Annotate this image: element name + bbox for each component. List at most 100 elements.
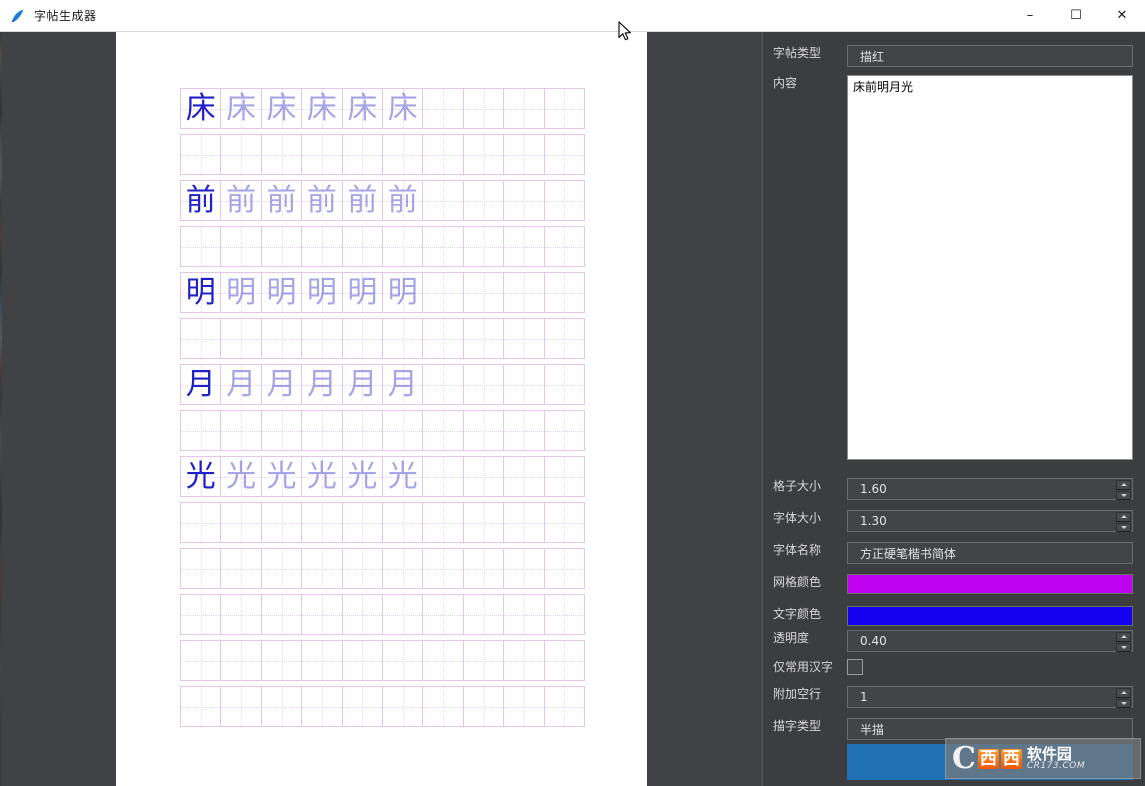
- copybook-model-char: 明: [185, 274, 216, 310]
- copybook-type-label: 字帖类型: [773, 46, 822, 60]
- chevron-down-icon[interactable]: [1116, 522, 1131, 532]
- copybook-cell: [423, 411, 464, 450]
- copybook-row: [180, 318, 586, 359]
- copybook-trace-char: 光: [387, 458, 418, 494]
- copybook-trace-char: 床: [266, 90, 297, 126]
- copybook-type-select[interactable]: 描红: [847, 45, 1133, 67]
- maximize-button[interactable]: ☐: [1053, 0, 1099, 31]
- copybook-cell: [504, 181, 545, 220]
- copybook-model-char: 前: [185, 182, 216, 218]
- extra-blank-rows-stepper[interactable]: [1116, 688, 1131, 708]
- setting-font-name: 字体名称 方正硬笔楷书简体: [763, 542, 1133, 564]
- copybook-cell: [544, 181, 586, 220]
- copybook-cell: [423, 181, 464, 220]
- font-size-stepper[interactable]: [1116, 512, 1131, 532]
- opacity-stepper[interactable]: [1116, 632, 1131, 652]
- copybook-cell: [261, 503, 303, 542]
- chevron-up-icon[interactable]: [1116, 632, 1131, 642]
- copybook-cell: [302, 411, 343, 450]
- desktop-edge-strip: [0, 0, 2, 786]
- copybook-cell: [383, 503, 424, 542]
- copybook-cell: [383, 687, 424, 726]
- copybook-trace-char: 明: [387, 274, 418, 310]
- copybook-cell: [302, 319, 343, 358]
- copybook-grid: 床床床床床床前前前前前前明明明明明明月月月月月月光光光光光光: [180, 88, 586, 732]
- extra-blank-rows-label: 附加空行: [773, 687, 822, 701]
- copybook-row: [180, 640, 586, 681]
- copybook-trace-char: 床: [347, 90, 378, 126]
- copybook-cell: 明: [302, 273, 343, 312]
- copybook-cell: [463, 273, 505, 312]
- chevron-down-icon[interactable]: [1116, 698, 1131, 708]
- copybook-trace-char: 床: [306, 90, 337, 126]
- text-color-swatch[interactable]: [847, 606, 1133, 626]
- copybook-trace-char: 月: [347, 366, 378, 402]
- copybook-row: [180, 686, 586, 727]
- copybook-cell: [504, 365, 545, 404]
- watermark-site-name: 软件园: [1026, 744, 1072, 763]
- copybook-trace-char: 月: [226, 366, 257, 402]
- copybook-trace-char: 前: [306, 182, 337, 218]
- cell-size-stepper[interactable]: [1116, 480, 1131, 500]
- copybook-cell: [504, 595, 545, 634]
- chevron-down-icon[interactable]: [1116, 490, 1131, 500]
- copybook-cell: [181, 503, 222, 542]
- copybook-cell: [423, 641, 464, 680]
- copybook-trace-char: 明: [306, 274, 337, 310]
- copybook-cell: [463, 457, 505, 496]
- extra-blank-rows-value: 1: [860, 690, 868, 704]
- copybook-cell: [423, 319, 464, 358]
- copybook-cell: [544, 319, 586, 358]
- setting-extra-blank-rows: 附加空行 1: [763, 686, 1133, 708]
- copybook-cell: [383, 595, 424, 634]
- extra-blank-rows-input[interactable]: 1: [847, 686, 1133, 708]
- cell-size-input[interactable]: 1.60: [847, 478, 1133, 500]
- copybook-cell: [544, 365, 586, 404]
- copybook-cell: [302, 549, 343, 588]
- copybook-model-char: 光: [185, 458, 216, 494]
- copybook-cell: 月: [342, 365, 384, 404]
- copybook-cell: [463, 641, 505, 680]
- setting-opacity: 透明度 0.40: [763, 630, 1133, 652]
- copybook-cell: [383, 641, 424, 680]
- chevron-down-icon[interactable]: [1116, 642, 1131, 652]
- copybook-trace-char: 光: [226, 458, 257, 494]
- setting-content: 内容 床前明月光: [763, 75, 1133, 460]
- chevron-up-icon[interactable]: [1116, 480, 1131, 490]
- opacity-input[interactable]: 0.40: [847, 630, 1133, 652]
- grid-color-swatch[interactable]: [847, 574, 1133, 594]
- copybook-cell: [463, 503, 505, 542]
- common-chars-only-checkbox[interactable]: [847, 659, 863, 675]
- copybook-cell: 月: [261, 365, 303, 404]
- content-textarea[interactable]: 床前明月光: [847, 75, 1133, 460]
- copybook-cell: [423, 503, 464, 542]
- copybook-cell: [302, 595, 343, 634]
- trace-type-select[interactable]: 半描: [847, 718, 1133, 740]
- copybook-cell: [342, 135, 384, 174]
- copybook-cell: 床: [261, 89, 303, 128]
- preview-pane[interactable]: 床床床床床床前前前前前前明明明明明明月月月月月月光光光光光光: [2, 31, 762, 786]
- copybook-row: 前前前前前前: [180, 180, 586, 221]
- copybook-cell: [544, 595, 586, 634]
- copybook-cell: [544, 227, 586, 266]
- minimize-button[interactable]: –: [1007, 0, 1053, 31]
- copybook-cell: [423, 687, 464, 726]
- copybook-cell: [544, 457, 586, 496]
- copybook-trace-char: 光: [306, 458, 337, 494]
- close-button[interactable]: ✕: [1099, 0, 1145, 31]
- copybook-cell: [423, 549, 464, 588]
- font-size-input[interactable]: 1.30: [847, 510, 1133, 532]
- copybook-cell: [504, 503, 545, 542]
- copybook-cell: [504, 411, 545, 450]
- chevron-up-icon[interactable]: [1116, 512, 1131, 522]
- font-name-select[interactable]: 方正硬笔楷书简体: [847, 542, 1133, 564]
- copybook-cell: [342, 641, 384, 680]
- copybook-model-char: 床: [185, 90, 216, 126]
- chevron-up-icon[interactable]: [1116, 688, 1131, 698]
- copybook-cell: [261, 641, 303, 680]
- copybook-cell: [504, 549, 545, 588]
- copybook-cell: [181, 227, 222, 266]
- copybook-cell: [423, 273, 464, 312]
- copybook-cell: [302, 687, 343, 726]
- copybook-cell: [181, 319, 222, 358]
